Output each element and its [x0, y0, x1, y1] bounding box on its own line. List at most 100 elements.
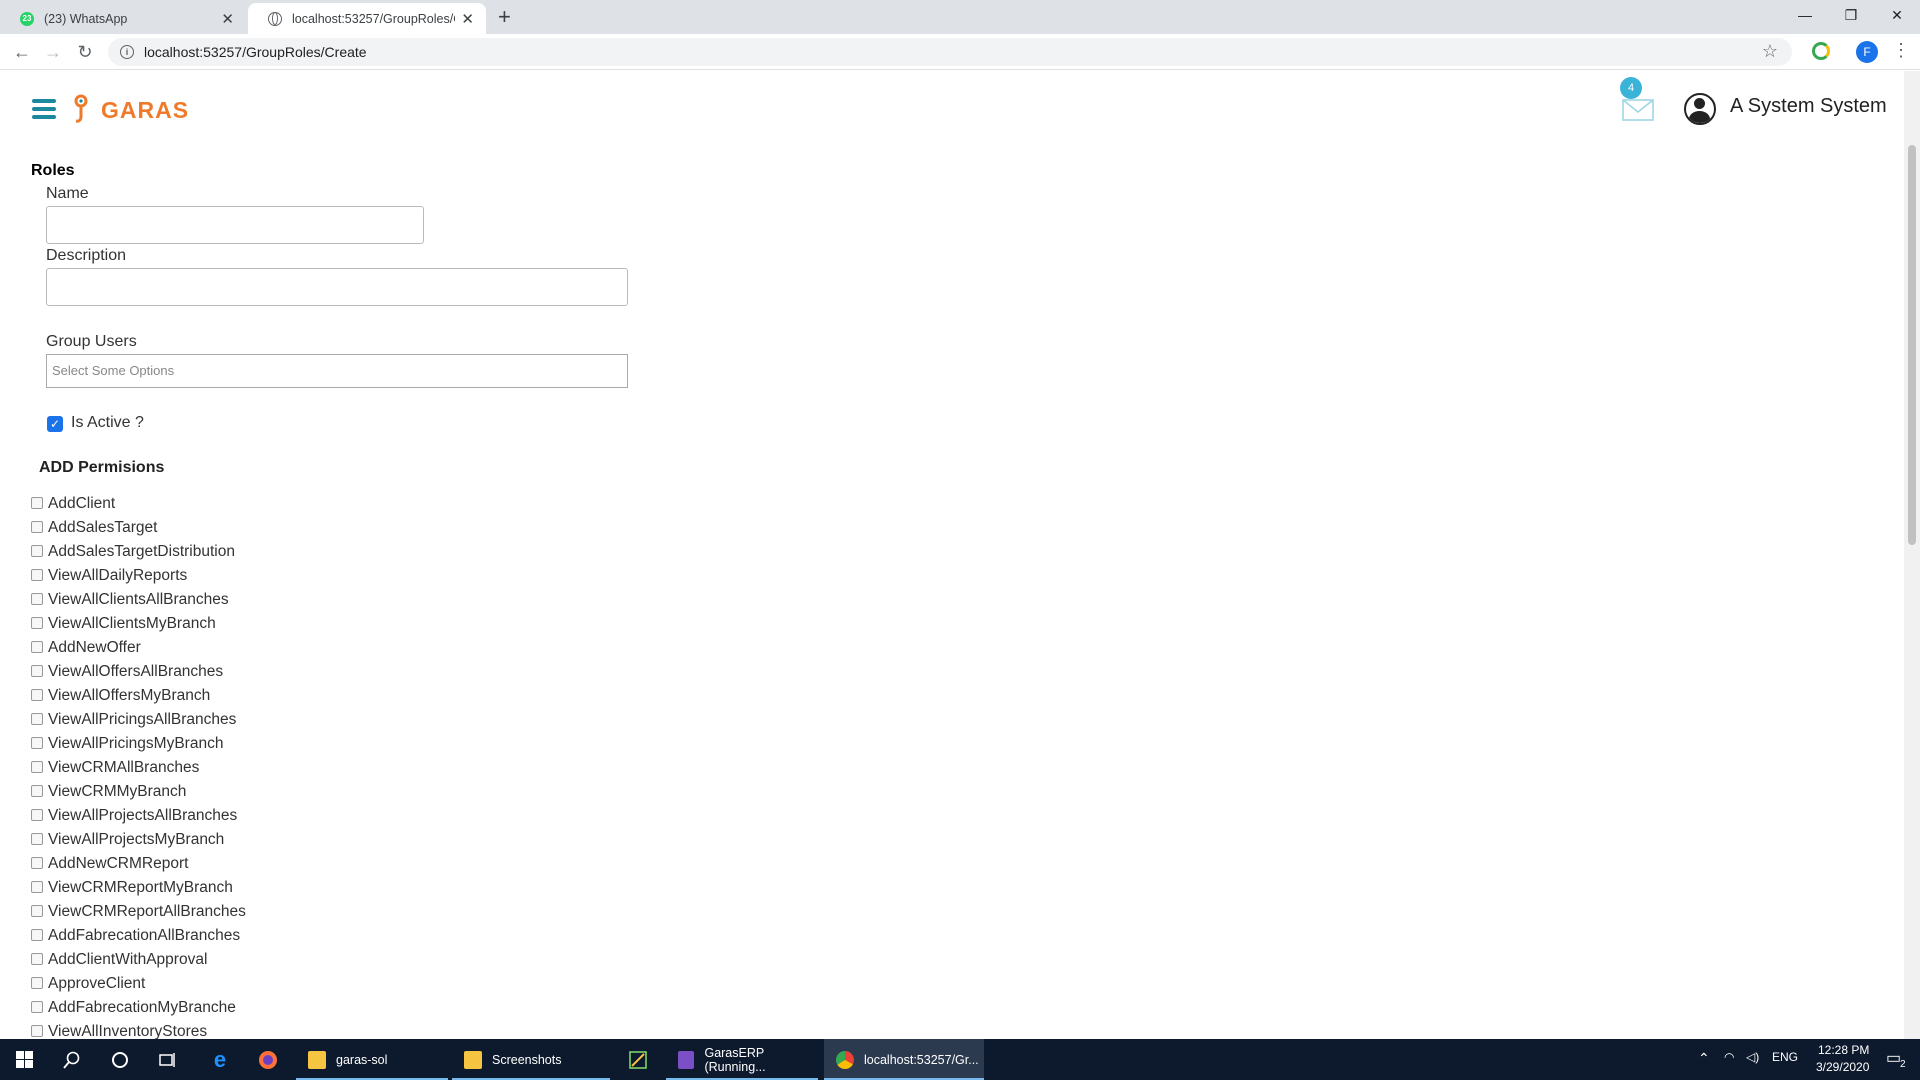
permission-label: AddNewCRMReport [48, 855, 189, 872]
bookmark-star-icon[interactable]: ☆ [1762, 41, 1778, 62]
permission-checkbox[interactable] [31, 1001, 43, 1013]
back-icon[interactable]: ← [10, 40, 34, 64]
permissions-heading: ADD Permisions [39, 459, 165, 476]
minimize-icon[interactable]: — [1782, 0, 1828, 30]
tab-title: (23) WhatsApp [44, 11, 128, 26]
browser-toolbar: ← → ↻ i localhost:53257/GroupRoles/Creat… [0, 34, 1920, 70]
hamburger-menu-icon[interactable] [32, 99, 56, 121]
permission-checkbox[interactable] [31, 785, 43, 797]
taskbar-app-label: garas-sol [336, 1052, 388, 1067]
permission-checkbox[interactable] [31, 593, 43, 605]
description-label: Description [46, 247, 127, 264]
clock-date[interactable]: 3/29/2020 [1816, 1060, 1869, 1074]
permission-checkbox[interactable] [31, 689, 43, 701]
forward-icon[interactable]: → [41, 40, 65, 64]
taskbar-app-garas-sol[interactable]: garas-sol [296, 1039, 448, 1080]
permission-checkbox[interactable] [31, 977, 43, 989]
permission-label: AddNewOffer [48, 639, 141, 656]
globe-icon [268, 11, 282, 26]
mail-icon[interactable] [1622, 99, 1654, 121]
permission-label: AddFabrecationMyBranche [48, 999, 236, 1016]
permission-checkbox[interactable] [31, 1025, 43, 1037]
permission-checkbox[interactable] [31, 569, 43, 581]
description-input[interactable] [46, 268, 628, 306]
mail-count-badge: 4 [1620, 77, 1642, 99]
cortana-icon[interactable] [96, 1039, 144, 1080]
show-hidden-icons-icon[interactable]: ⌃ [1698, 1050, 1710, 1067]
folder-icon [464, 1050, 482, 1069]
permission-label: ViewAllDailyReports [48, 567, 188, 584]
firefox-icon[interactable] [244, 1039, 292, 1080]
taskbar-app-chrome[interactable]: localhost:53257/Gr... [824, 1039, 984, 1080]
info-icon[interactable]: i [120, 45, 134, 59]
group-users-multiselect[interactable]: Select Some Options [46, 354, 628, 388]
permission-checkbox[interactable] [31, 761, 43, 773]
system-tray: ⌃ ◠ ◁) ENG 12:28 PM 3/29/2020 ▭ 2 [1690, 1039, 1920, 1080]
snipping-tool-icon[interactable] [614, 1039, 662, 1080]
chrome-icon [836, 1050, 854, 1069]
task-view-icon[interactable] [144, 1039, 192, 1080]
visual-studio-icon [678, 1050, 695, 1069]
notification-icon[interactable]: ▭ [1886, 1048, 1901, 1068]
permission-checkbox[interactable] [31, 881, 43, 893]
taskbar-app-label: GarasERP (Running... [704, 1045, 766, 1074]
permission-label: ViewAllPricingsAllBranches [48, 711, 237, 728]
browser-menu-icon[interactable]: ⋮ [1892, 40, 1910, 61]
permission-label: ViewCRMAllBranches [48, 759, 200, 776]
scrollbar-thumb[interactable] [1908, 145, 1916, 545]
permission-label: ViewAllProjectsAllBranches [48, 807, 238, 824]
close-icon[interactable]: ✕ [221, 10, 234, 28]
permission-checkbox[interactable] [31, 809, 43, 821]
permission-checkbox[interactable] [31, 665, 43, 677]
restore-icon[interactable]: ❐ [1828, 0, 1874, 30]
volume-icon[interactable]: ◁) [1746, 1050, 1759, 1064]
profile-avatar[interactable]: F [1856, 41, 1878, 63]
tab-title: localhost:53257/GroupRoles/Cre [292, 11, 456, 26]
page-scrollbar[interactable] [1904, 71, 1920, 1039]
permission-checkbox[interactable] [31, 713, 43, 725]
close-window-icon[interactable]: ✕ [1874, 0, 1920, 30]
address-bar[interactable]: i localhost:53257/GroupRoles/Create ☆ [108, 38, 1792, 66]
user-name[interactable]: A System System [1730, 95, 1887, 118]
permission-checkbox[interactable] [31, 545, 43, 557]
search-icon[interactable] [48, 1039, 96, 1080]
language-indicator[interactable]: ENG [1772, 1050, 1798, 1064]
extension-icon[interactable] [1812, 42, 1830, 60]
permission-checkbox[interactable] [31, 641, 43, 653]
permission-checkbox[interactable] [31, 905, 43, 917]
permission-label: ViewAllProjectsMyBranch [48, 831, 225, 848]
taskbar-app-screenshots[interactable]: Screenshots [452, 1039, 610, 1080]
user-avatar[interactable] [1684, 93, 1716, 125]
permission-label: AddFabrecationAllBranches [48, 927, 241, 944]
permission-checkbox[interactable] [31, 953, 43, 965]
windows-start-icon[interactable] [0, 1039, 48, 1080]
url-text[interactable]: localhost:53257/GroupRoles/Create [144, 44, 367, 60]
permission-checkbox[interactable] [31, 521, 43, 533]
is-active-checkbox[interactable]: ✓ [47, 416, 63, 432]
clock-time[interactable]: 12:28 PM [1818, 1043, 1869, 1057]
permission-checkbox[interactable] [31, 929, 43, 941]
edge-icon[interactable]: e [196, 1039, 244, 1080]
close-icon[interactable]: ✕ [461, 10, 474, 28]
permission-label: ViewAllOffersMyBranch [48, 687, 211, 704]
permission-label: ViewCRMReportMyBranch [48, 879, 233, 896]
permission-label: ViewAllOffersAllBranches [48, 663, 224, 680]
name-input[interactable] [46, 206, 424, 244]
permission-checkbox[interactable] [31, 737, 43, 749]
group-users-label: Group Users [46, 333, 137, 350]
tab-whatsapp[interactable]: 23 (23) WhatsApp ✕ [0, 3, 246, 34]
permission-checkbox[interactable] [31, 497, 43, 509]
taskbar-app-garaserp[interactable]: GarasERP (Running... [666, 1039, 818, 1080]
garas-logo-icon [74, 94, 88, 123]
taskbar-app-label: localhost:53257/Gr... [864, 1052, 979, 1067]
tab-group-roles[interactable]: localhost:53257/GroupRoles/Cre ✕ [248, 3, 486, 34]
permission-checkbox[interactable] [31, 833, 43, 845]
permission-checkbox[interactable] [31, 617, 43, 629]
taskbar-app-label: Screenshots [492, 1052, 562, 1067]
reload-icon[interactable]: ↻ [73, 40, 97, 64]
permission-label: ViewAllInventoryStores [48, 1023, 208, 1039]
permission-checkbox[interactable] [31, 857, 43, 869]
new-tab-button[interactable]: + [498, 4, 511, 30]
wifi-icon[interactable]: ◠ [1724, 1050, 1734, 1064]
permission-label: ViewAllClientsAllBranches [48, 591, 229, 608]
